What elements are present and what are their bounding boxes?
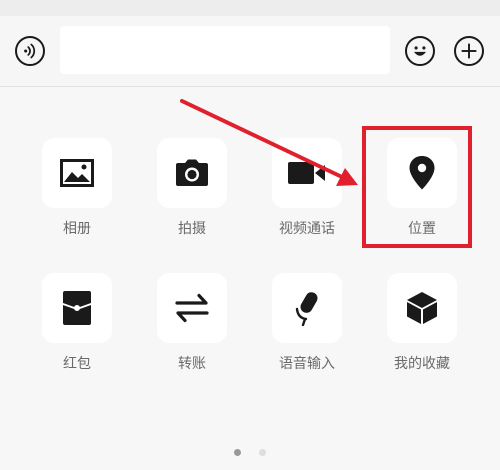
grid-item-label: 我的收藏 <box>394 356 450 372</box>
grid-item-transfer[interactable]: 转账 <box>157 273 227 373</box>
voice-icon <box>24 43 36 59</box>
grid-item-video-call[interactable]: 视频通话 <box>272 138 342 238</box>
video-call-tile[interactable] <box>272 138 342 208</box>
camera-tile[interactable] <box>157 138 227 208</box>
message-input[interactable] <box>60 26 390 74</box>
page-indicator <box>0 441 500 456</box>
plus-icon <box>461 43 477 59</box>
red-packet-tile[interactable] <box>42 273 112 343</box>
emoji-icon <box>413 46 427 56</box>
camera-icon <box>176 159 208 186</box>
chat-input-bar <box>0 16 500 87</box>
transfer-tile[interactable] <box>157 273 227 343</box>
emoji-button[interactable] <box>405 36 435 66</box>
grid-item-voice-input[interactable]: 语音输入 <box>272 273 342 373</box>
transfer-icon <box>175 293 209 323</box>
annotation-highlight-box <box>362 126 472 248</box>
favorites-tile[interactable] <box>387 273 457 343</box>
favorites-cube-icon <box>407 292 437 324</box>
chat-attachment-screen: 相册 拍摄 视频通话 位置 红包 转账 语音输入 我的收藏 <box>0 0 500 470</box>
red-packet-icon <box>63 291 91 325</box>
grid-item-label: 红包 <box>63 356 91 372</box>
page-dot <box>258 449 266 456</box>
voice-input-tile[interactable] <box>272 273 342 343</box>
grid-item-label: 语音输入 <box>279 356 335 372</box>
voice-button[interactable] <box>15 36 45 66</box>
grid-item-label: 视频通话 <box>279 221 335 237</box>
grid-item-camera[interactable]: 拍摄 <box>157 138 227 238</box>
grid-item-favorites[interactable]: 我的收藏 <box>387 273 457 373</box>
grid-item-album[interactable]: 相册 <box>42 138 112 238</box>
grid-item-label: 相册 <box>63 221 91 237</box>
photo-icon <box>60 159 94 187</box>
album-tile[interactable] <box>42 138 112 208</box>
microphone-icon <box>295 292 318 326</box>
chat-history-edge <box>0 0 500 16</box>
more-functions-button[interactable] <box>454 36 484 66</box>
grid-item-red-packet[interactable]: 红包 <box>42 273 112 373</box>
grid-item-label: 拍摄 <box>178 221 206 237</box>
grid-item-label: 转账 <box>178 356 206 372</box>
video-call-icon <box>288 162 325 184</box>
